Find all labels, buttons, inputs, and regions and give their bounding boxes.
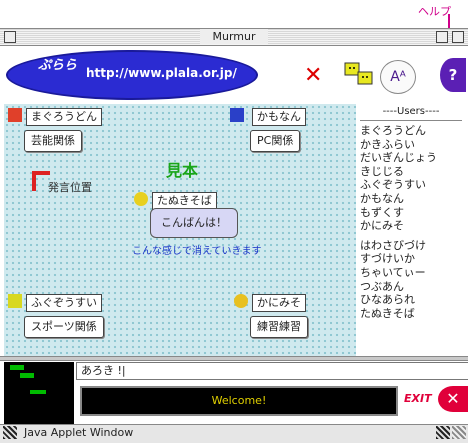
avatar-icon [230,108,244,122]
font-icon[interactable]: Aᴬ [380,60,416,94]
chat-bubble: こんばんは！ [150,208,238,238]
user-item[interactable]: かもなん [360,192,464,206]
user-item[interactable]: すづけいか [360,252,464,266]
welcome-message: Welcome! [80,386,398,416]
divider [0,356,468,361]
user-item[interactable]: まぐろうどん [360,124,464,138]
help-icon[interactable]: ? [440,58,466,92]
logo-brand: ぷらら [38,58,78,73]
avatar-icon [8,294,22,308]
user-item[interactable]: たぬきそば [360,307,464,321]
user-item[interactable]: もずくす [360,206,464,220]
speak-position-label: 発言位置 [48,181,92,194]
close-box-icon[interactable] [4,31,16,43]
help-annotation: ヘルプ [418,5,451,18]
exit-label[interactable]: EXIT [404,392,432,405]
avatar-icon [234,294,248,308]
sample-label: 見本 [166,161,199,180]
room-user-name: かにみそ [252,294,306,312]
collapse-box-icon[interactable] [452,31,464,43]
users-list: まぐろうどん かきふらい だいぎんじょう きじじる ふぐぞうすい かもなん もず… [360,124,464,320]
fade-hint: こんな感じで消えていきます [132,246,262,257]
stripe-icon [436,426,450,439]
resize-grip-icon[interactable] [452,426,466,439]
room-label[interactable]: PC関係 [250,130,301,152]
room-label[interactable]: 練習練習 [250,316,308,338]
stripe-icon [3,426,17,439]
status-bar-icon [10,365,24,370]
window-titlebar[interactable]: Murmur [0,28,468,46]
faces-icon[interactable] [344,62,374,86]
room-user-name: まぐろうどん [26,108,102,126]
room-user-name: かもなん [252,108,306,126]
user-item[interactable]: かきふらい [360,138,464,152]
logo-url[interactable]: http://www.plala.or.jp/ [86,66,237,80]
room-label[interactable]: スポーツ関係 [24,316,104,338]
room-label[interactable]: 芸能関係 [24,130,82,152]
user-item[interactable]: はわさびづけ [360,239,464,253]
room-user-name: ふぐぞうすい [26,294,102,312]
chat-input[interactable]: あろき !| [76,362,468,380]
window-title: Murmur [200,29,268,44]
status-bar-icon [20,373,34,378]
status-bar-icon [30,390,46,394]
user-item[interactable]: だいぎんじょう [360,151,464,165]
status-text: Java Applet Window [24,426,134,439]
user-item[interactable]: きじじる [360,165,464,179]
mute-icon[interactable]: ✕ [304,63,322,88]
user-item[interactable]: ふぐぞうすい [360,178,464,192]
zoom-box-icon[interactable] [436,31,448,43]
user-item[interactable]: ひなあられ [360,293,464,307]
user-item[interactable]: かにみそ [360,219,464,233]
status-display [4,362,74,426]
avatar-icon [134,192,148,206]
user-item[interactable]: ちゃいてぃー [360,266,464,280]
exit-icon[interactable]: ✕ [438,386,468,412]
users-header: ----Users---- [360,106,462,121]
avatar-icon [8,108,22,122]
user-item[interactable]: つぶあん [360,280,464,294]
